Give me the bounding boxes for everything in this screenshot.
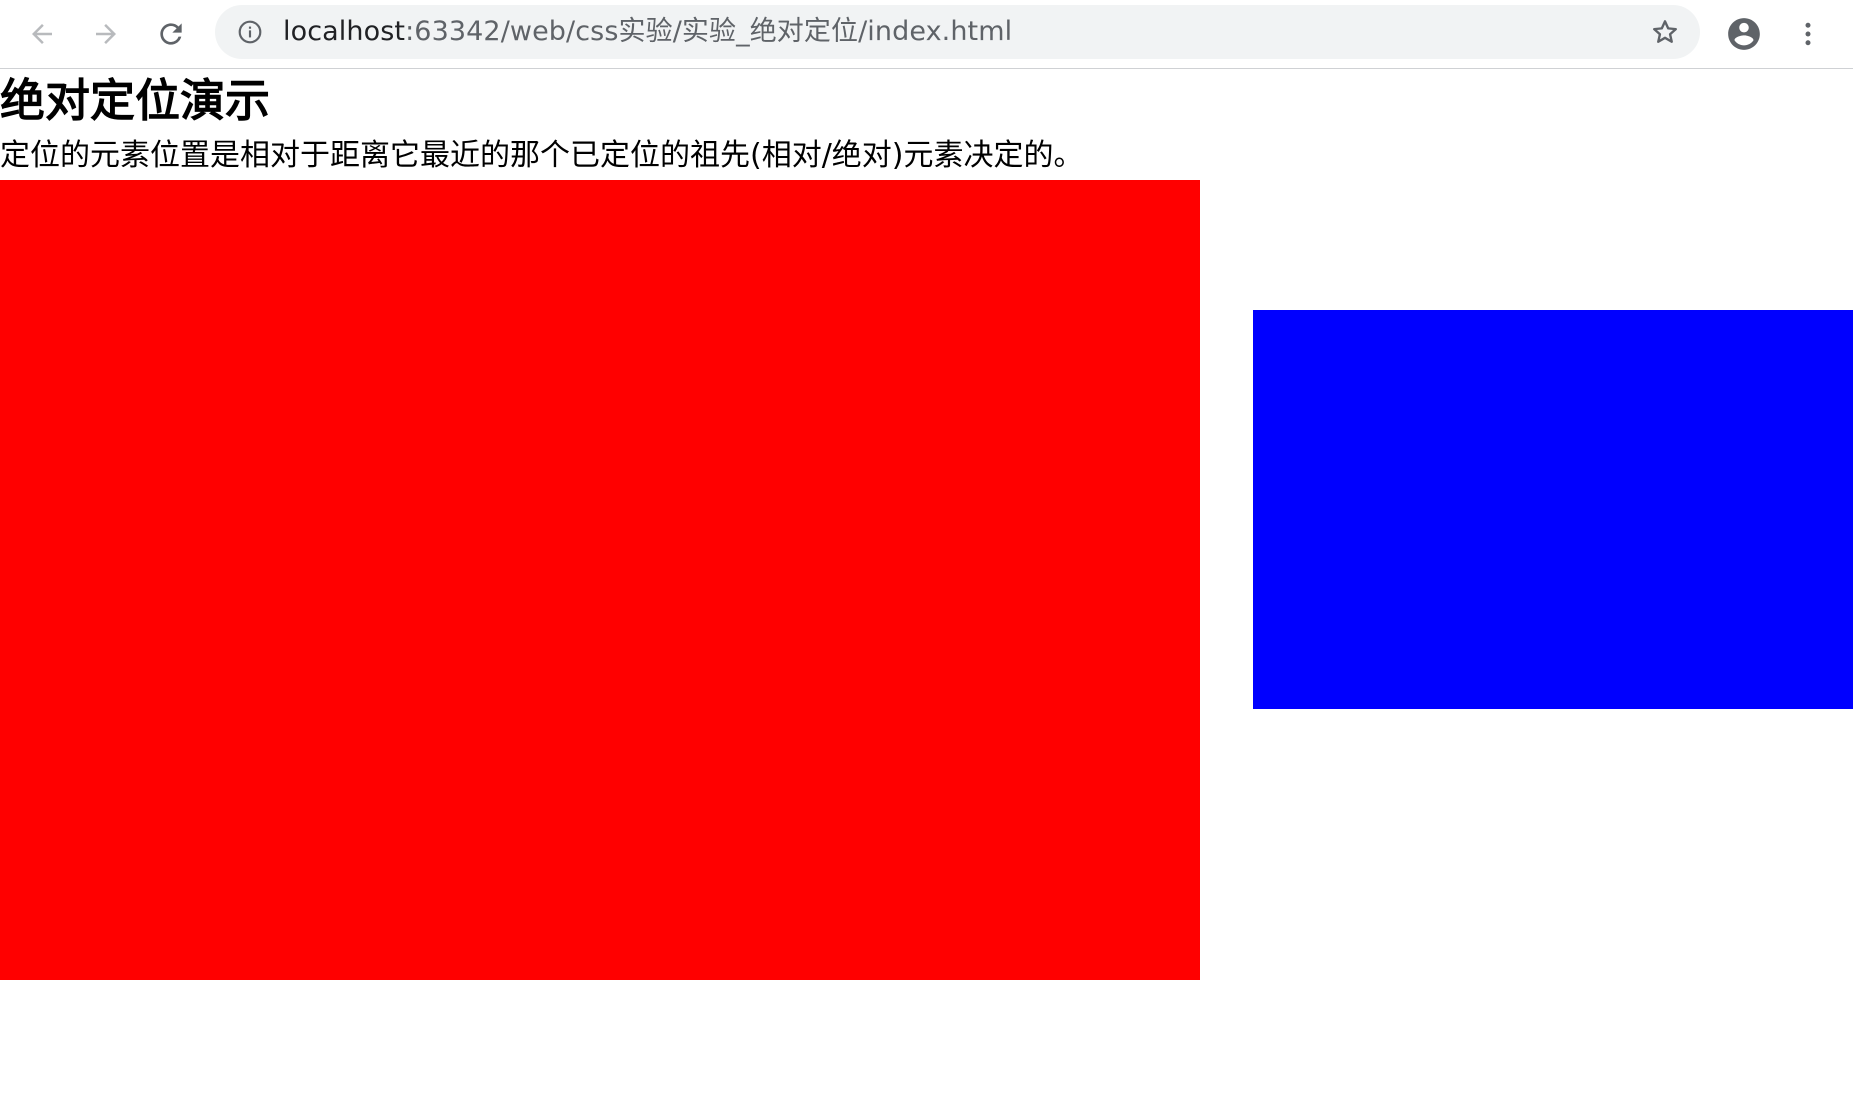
- menu-button[interactable]: [1782, 8, 1834, 60]
- address-bar[interactable]: localhost:63342/web/css实验/实验_绝对定位/index.…: [215, 5, 1700, 59]
- red-box: [0, 180, 1200, 980]
- info-circle-icon[interactable]: [237, 19, 263, 45]
- back-button[interactable]: [16, 8, 68, 60]
- page-title: 绝对定位演示: [0, 74, 271, 127]
- account-circle-icon: [1728, 18, 1760, 50]
- url-text[interactable]: localhost:63342/web/css实验/实验_绝对定位/index.…: [283, 5, 1012, 59]
- reload-icon: [160, 23, 182, 45]
- star-icon[interactable]: [1650, 17, 1680, 47]
- vertical-dots-icon: [1805, 22, 1811, 46]
- profile-button[interactable]: [1718, 8, 1770, 60]
- reload-button[interactable]: [145, 8, 197, 60]
- arrow-right-icon: [96, 24, 116, 44]
- arrow-left-icon: [32, 24, 52, 44]
- browser-toolbar: localhost:63342/web/css实验/实验_绝对定位/index.…: [0, 0, 1853, 69]
- url-host: localhost: [283, 16, 406, 47]
- blue-box: [1253, 310, 1853, 709]
- page-content: 绝对定位演示 定位的元素位置是相对于距离它最近的那个已定位的祖先(相对/绝对)元…: [0, 70, 1853, 1119]
- url-path: :63342/web/css实验/实验_绝对定位/index.html: [405, 16, 1013, 47]
- page-description: 定位的元素位置是相对于距离它最近的那个已定位的祖先(相对/绝对)元素决定的。: [0, 138, 1084, 173]
- forward-button[interactable]: [80, 8, 132, 60]
